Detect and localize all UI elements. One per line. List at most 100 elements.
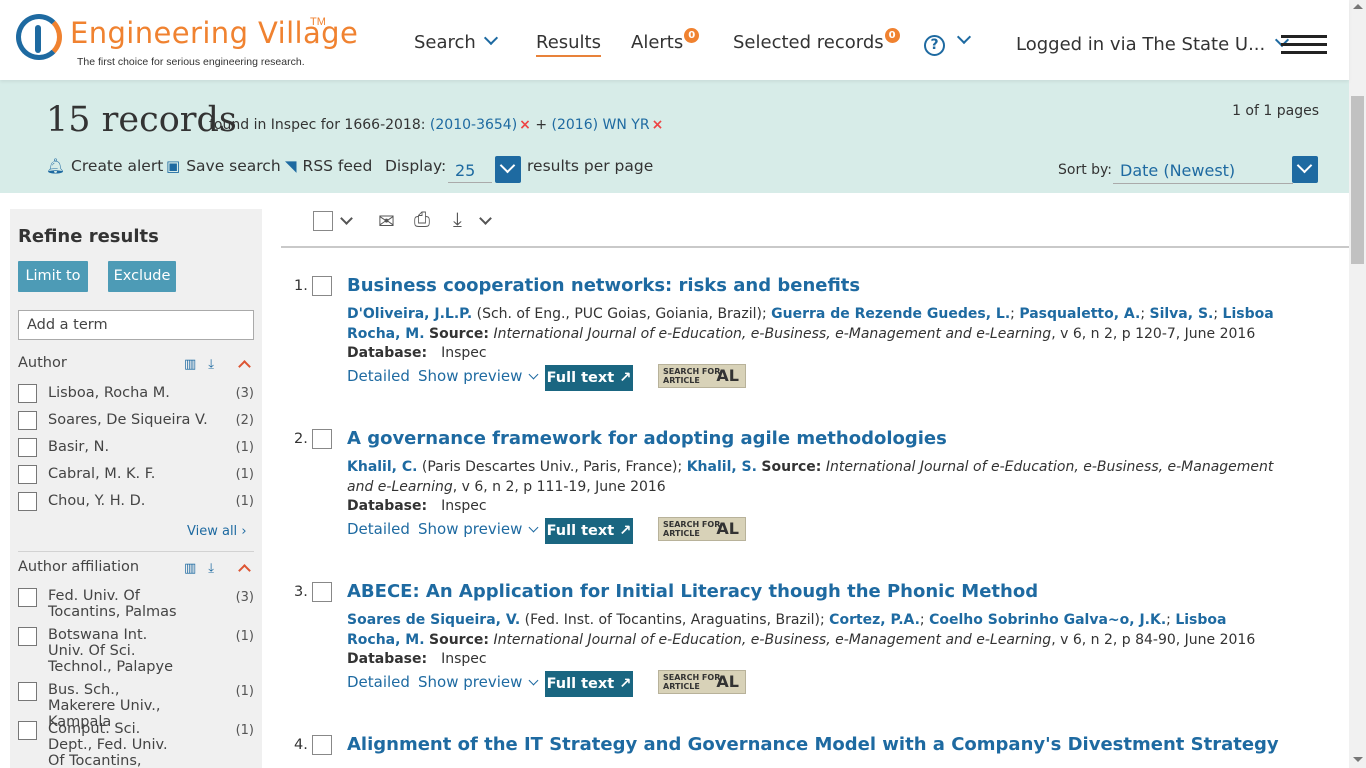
hamburger-menu-icon[interactable] xyxy=(1281,35,1327,55)
database-line: Database: Inspec xyxy=(347,345,487,361)
facet-count: (2) xyxy=(235,413,254,428)
chart-icon[interactable]: ▥ xyxy=(184,356,208,371)
result-checkbox[interactable] xyxy=(312,276,332,296)
facet-checkbox[interactable] xyxy=(18,627,37,646)
author-link[interactable]: Coelho Sobrinho Galva~o, J.K. xyxy=(929,612,1166,628)
refine-results-title: Refine results xyxy=(18,226,159,247)
facet-checkbox[interactable] xyxy=(18,588,37,607)
detailed-link[interactable]: Detailed xyxy=(347,673,410,691)
show-preview-link[interactable]: Show preview xyxy=(418,367,539,385)
view-all-authors-link[interactable]: View all › xyxy=(187,524,247,539)
exclude-button[interactable]: Exclude xyxy=(108,261,176,292)
result-title-link[interactable]: A governance framework for adopting agil… xyxy=(347,428,947,449)
add-term-input[interactable]: Add a term xyxy=(18,310,254,340)
afl-line1: SEARCH FOR xyxy=(663,673,721,682)
author-link[interactable]: D'Oliveira, J.L.P. xyxy=(347,306,472,322)
print-icon[interactable]: ⎙ xyxy=(414,209,430,232)
alerts-count-badge: 0 xyxy=(684,28,700,43)
detailed-link[interactable]: Detailed xyxy=(347,367,410,385)
chevron-down-icon[interactable] xyxy=(495,156,521,183)
download-icon[interactable]: ⤓ xyxy=(208,560,226,575)
query-term-1[interactable]: (2010-3654) xyxy=(430,117,517,133)
author-link[interactable]: Guerra de Rezende Guedes, L. xyxy=(771,306,1010,322)
show-preview-link[interactable]: Show preview xyxy=(418,520,539,538)
nav-results-tab[interactable]: Results xyxy=(536,32,601,57)
affiliation-facet-item[interactable]: Bus. Sch., Makerere Univ., Kampala (1) xyxy=(18,682,256,730)
select-all-checkbox[interactable] xyxy=(313,211,333,231)
author-link[interactable]: Soares de Siqueira, V. xyxy=(347,612,520,628)
author-link[interactable]: Cortez, P.A. xyxy=(829,612,920,628)
author-facet-heading[interactable]: Author xyxy=(18,355,67,371)
author-link[interactable]: Khalil, S. xyxy=(687,459,757,475)
help-menu[interactable]: ? xyxy=(924,29,972,56)
account-menu[interactable]: Logged in via The State U... xyxy=(1016,32,1290,55)
full-text-label: Full text xyxy=(546,370,615,386)
author-facet-item[interactable]: Lisboa, Rocha M. (3) xyxy=(18,384,256,406)
facet-checkbox[interactable] xyxy=(18,492,37,511)
scrollbar-thumb[interactable] xyxy=(1351,96,1364,264)
affiliation-facet-item[interactable]: Fed. Univ. Of Tocantins, Palmas (3) xyxy=(18,588,256,622)
chevron-down-icon[interactable] xyxy=(340,212,353,225)
result-title-link[interactable]: ABECE: An Application for Initial Litera… xyxy=(347,581,1038,602)
result-checkbox[interactable] xyxy=(312,582,332,602)
result-title-link[interactable]: Alignment of the IT Strategy and Governa… xyxy=(347,734,1279,755)
result-title-link[interactable]: Business cooperation networks: risks and… xyxy=(347,275,860,296)
affiliation-facet-item[interactable]: Comput. Sci. Dept., Fed. Univ. Of Tocant… xyxy=(18,721,256,768)
bell-icon: 🔔︎ xyxy=(46,157,66,175)
rss-feed-button[interactable]: ◥ RSS feed xyxy=(285,157,372,175)
nav-search-menu[interactable]: Search xyxy=(414,30,498,53)
engineering-village-logo[interactable]: Engineering Village TM The first choice … xyxy=(16,14,358,72)
download-icon[interactable]: ⤓ xyxy=(453,209,462,232)
author-facet-item[interactable]: Chou, Y. H. D. (1) xyxy=(18,492,256,514)
sort-select[interactable]: Date (Newest) xyxy=(1113,157,1293,184)
facet-divider xyxy=(18,551,254,552)
email-icon[interactable]: ✉ xyxy=(378,209,395,234)
full-text-label: Full text xyxy=(546,676,615,692)
search-for-article-button[interactable]: SEARCH FOR ARTICLE AL xyxy=(658,670,746,694)
chevron-down-icon xyxy=(528,369,539,380)
results-per-page-select[interactable]: 25 xyxy=(448,158,492,183)
full-text-button[interactable]: Full text ↗ xyxy=(545,671,633,697)
author-link[interactable]: Silva, S. xyxy=(1150,306,1214,322)
save-search-label: Save search xyxy=(186,157,281,175)
facet-checkbox[interactable] xyxy=(18,438,37,457)
search-for-article-button[interactable]: SEARCH FOR ARTICLE AL xyxy=(658,364,746,388)
result-checkbox[interactable] xyxy=(312,429,332,449)
facet-checkbox[interactable] xyxy=(18,411,37,430)
create-alert-button[interactable]: 🔔︎ Create alert xyxy=(46,157,163,175)
query-term-2[interactable]: (2016) WN YR xyxy=(552,117,650,133)
facet-label: Comput. Sci. Dept., Fed. Univ. Of Tocant… xyxy=(48,721,168,768)
download-icon[interactable]: ⤓ xyxy=(208,356,226,371)
full-text-label: Full text xyxy=(546,523,615,539)
facet-checkbox[interactable] xyxy=(18,721,37,740)
chevron-down-icon[interactable] xyxy=(479,212,492,225)
remove-query-1-icon[interactable]: × xyxy=(519,117,531,133)
scroll-up-arrow-icon[interactable] xyxy=(1353,4,1363,9)
save-search-button[interactable]: ▣ Save search xyxy=(166,157,281,175)
author-link[interactable]: Pasqualetto, A. xyxy=(1019,306,1140,322)
nav-selected-records[interactable]: Selected records 0 xyxy=(733,28,900,53)
facet-tools: ▥⤓ xyxy=(184,560,226,576)
full-text-button[interactable]: Full text ↗ xyxy=(545,518,633,544)
author-facet-item[interactable]: Soares, De Siqueira V. (2) xyxy=(18,411,256,433)
show-preview-link[interactable]: Show preview xyxy=(418,673,539,691)
facet-checkbox[interactable] xyxy=(18,384,37,403)
author-link[interactable]: Khalil, C. xyxy=(347,459,417,475)
author-facet-item[interactable]: Cabral, M. K. F. (1) xyxy=(18,465,256,487)
result-checkbox[interactable] xyxy=(312,735,332,755)
scroll-down-arrow-icon[interactable] xyxy=(1353,757,1363,762)
nav-alerts[interactable]: Alerts 0 xyxy=(631,28,700,53)
author-facet-item[interactable]: Basir, N. (1) xyxy=(18,438,256,460)
full-text-button[interactable]: Full text ↗ xyxy=(545,365,633,391)
affiliation-facet-heading[interactable]: Author affiliation xyxy=(18,559,139,575)
facet-checkbox[interactable] xyxy=(18,465,37,484)
affiliation-facet-item[interactable]: Botswana Int. Univ. Of Sci. Technol., Pa… xyxy=(18,627,256,677)
remove-query-2-icon[interactable]: × xyxy=(652,117,664,133)
external-link-icon: ↗ xyxy=(619,676,632,692)
limit-to-button[interactable]: Limit to xyxy=(18,261,88,292)
chart-icon[interactable]: ▥ xyxy=(184,560,208,575)
detailed-link[interactable]: Detailed xyxy=(347,520,410,538)
search-for-article-button[interactable]: SEARCH FOR ARTICLE AL xyxy=(658,517,746,541)
facet-checkbox[interactable] xyxy=(18,682,37,701)
chevron-down-icon[interactable] xyxy=(1292,156,1318,183)
